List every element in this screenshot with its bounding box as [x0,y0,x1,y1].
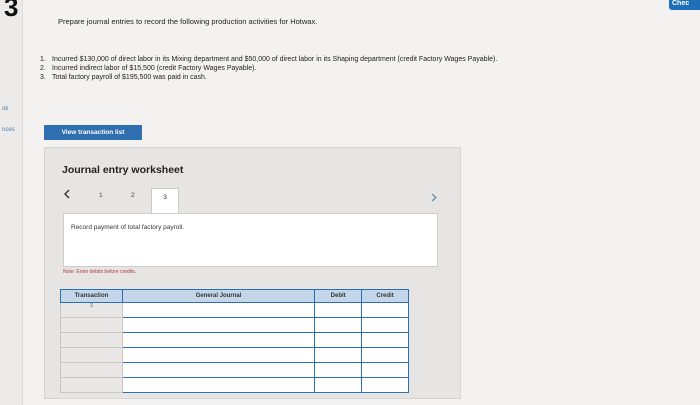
tab-1[interactable]: 1 [99,192,103,199]
question-prompt: Prepare journal entries to record the fo… [58,17,318,26]
activity-list: 1. Incurred $130,000 of direct labor in … [40,55,640,82]
transaction-cell [60,317,123,333]
credit-input[interactable] [361,347,409,363]
table-row [60,377,409,393]
check-button[interactable]: Chec [669,0,700,10]
left-sidebar: 3 ok nces [0,0,23,405]
debit-input[interactable] [314,317,363,333]
tab-3[interactable]: 3 [151,188,179,214]
list-item: 2. Incurred indirect labor of $15,500 (c… [40,65,257,72]
tab-2[interactable]: 2 [131,192,135,199]
column-header-debit: Debit [314,289,363,303]
general-journal-input[interactable] [121,302,316,318]
credit-input[interactable] [361,302,409,318]
transaction-cell [60,347,123,363]
table-row: 3 [60,302,409,318]
transaction-cell: 3 [60,302,123,318]
credit-input[interactable] [361,317,409,333]
transaction-cell [60,332,123,348]
debit-input[interactable] [314,347,363,363]
entry-description: Record payment of total factory payroll. [71,224,185,231]
credit-input[interactable] [361,332,409,348]
side-label-ok[interactable]: ok [2,106,8,112]
general-journal-input[interactable] [121,317,316,333]
transaction-cell [60,362,123,378]
debit-input[interactable] [314,377,363,393]
general-journal-input[interactable] [121,332,316,348]
list-item: 3. Total factory payroll of $195,500 was… [40,74,207,81]
credit-input[interactable] [361,377,409,393]
column-header-transaction: Transaction [60,289,123,303]
table-row [60,317,409,333]
chevron-left-icon[interactable] [63,189,70,202]
view-transaction-list-button[interactable]: View transaction list [44,125,142,140]
entry-description-box: Record payment of total factory payroll. [63,213,438,267]
journal-entry-worksheet: Journal entry worksheet 1 2 3 Record pay… [44,147,461,399]
general-journal-input[interactable] [121,362,316,378]
note-text: Note: Enter debits before credits. [63,269,137,275]
debit-input[interactable] [314,332,363,348]
side-label-references[interactable]: nces [2,127,15,133]
debit-input[interactable] [314,362,363,378]
transaction-cell [60,377,123,393]
table-row [60,332,409,348]
debit-input[interactable] [314,302,363,318]
worksheet-title: Journal entry worksheet [62,164,184,176]
column-header-credit: Credit [361,289,409,303]
table-row [60,347,409,363]
journal-table: Transaction General Journal Debit Credit… [60,289,409,393]
question-number: 3 [4,0,19,22]
general-journal-input[interactable] [121,347,316,363]
general-journal-input[interactable] [121,377,316,393]
credit-input[interactable] [361,362,409,378]
column-header-general-journal: General Journal [121,289,316,303]
table-row [60,362,409,378]
chevron-right-icon[interactable] [431,193,437,204]
list-item: 1. Incurred $130,000 of direct labor in … [40,56,498,63]
